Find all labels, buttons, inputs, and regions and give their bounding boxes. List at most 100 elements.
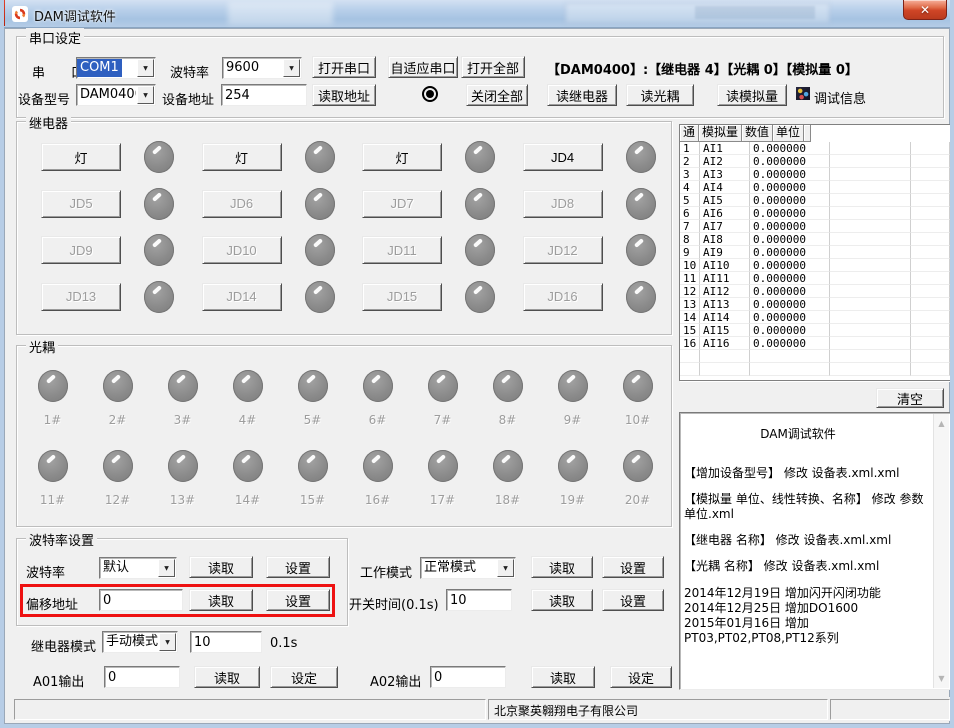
relay-button[interactable]: JD8	[523, 190, 603, 218]
read-relay-button[interactable]: 读继电器	[547, 84, 617, 106]
column-header[interactable]: 单位	[773, 125, 804, 142]
ao1-set-button[interactable]: 设定	[270, 666, 338, 688]
chevron-down-icon[interactable]: ▼	[283, 59, 300, 77]
port-select[interactable]: COM1 ▼	[76, 57, 156, 79]
scroll-up-icon[interactable]: ▲	[934, 416, 949, 431]
table-row[interactable]: 14 AI14 0.000000	[680, 311, 950, 324]
relay-button[interactable]: 灯	[202, 143, 282, 171]
opto-label: 10#	[625, 413, 650, 427]
offset-read-button[interactable]: 读取	[189, 589, 253, 611]
table-row[interactable]: 10 AI10 0.000000	[680, 259, 950, 272]
relay-button[interactable]: 灯	[362, 143, 442, 171]
open-port-button[interactable]: 打开串口	[312, 56, 376, 78]
opto-cell: 9#	[540, 362, 605, 442]
relay-button[interactable]: JD10	[202, 236, 282, 264]
ao2-field[interactable]	[430, 666, 506, 688]
analog-table[interactable]: 通模拟量数值单位 1 AI1 0.000000 2 AI2 0.000000	[679, 124, 951, 381]
relay-button[interactable]: JD14	[202, 283, 282, 311]
relay-button[interactable]: JD15	[362, 283, 442, 311]
relay-mode-time-field[interactable]	[190, 631, 262, 653]
ao1-field[interactable]	[104, 666, 180, 688]
opto-grid: 1# 2# 3# 4# 5# 6#	[20, 362, 670, 522]
column-header[interactable]: 数值	[742, 125, 773, 142]
relay-button[interactable]: JD12	[523, 236, 603, 264]
table-row[interactable]: 11 AI11 0.000000	[680, 272, 950, 285]
work-mode-set-button[interactable]: 设置	[602, 556, 664, 578]
relay-button[interactable]: JD4	[523, 143, 603, 171]
switch-time-set-button[interactable]: 设置	[602, 589, 664, 611]
offset-field[interactable]	[99, 589, 183, 611]
baud-set-button[interactable]: 设置	[266, 556, 330, 578]
relay-button[interactable]: JD16	[523, 283, 603, 311]
table-row[interactable]: 2 AI2 0.000000	[680, 155, 950, 168]
read-analog-button[interactable]: 读模拟量	[717, 84, 787, 106]
table-row[interactable]: 5 AI5 0.000000	[680, 194, 950, 207]
table-row[interactable]: 13 AI13 0.000000	[680, 298, 950, 311]
table-row[interactable]: 3 AI3 0.000000	[680, 168, 950, 181]
chevron-down-icon[interactable]: ▼	[137, 86, 154, 104]
address-field[interactable]	[221, 84, 307, 106]
chevron-down-icon[interactable]: ▼	[159, 633, 176, 651]
relay-button[interactable]: JD6	[202, 190, 282, 218]
column-header[interactable]	[804, 125, 811, 142]
table-row[interactable]: 6 AI6 0.000000	[680, 207, 950, 220]
relay-button[interactable]: 灯	[41, 143, 121, 171]
info-panel[interactable]: DAM调试软件【增加设备型号】 修改 设备表.xml.xml【模拟量 单位、线性…	[679, 412, 951, 690]
opto-cell: 2#	[85, 362, 150, 442]
table-row[interactable]: 16 AI16 0.000000	[680, 337, 950, 350]
baud-read-button[interactable]: 读取	[189, 556, 253, 578]
opto-cell: 5#	[280, 362, 345, 442]
column-header[interactable]: 模拟量	[699, 125, 742, 142]
table-row[interactable]: 12 AI12 0.000000	[680, 285, 950, 298]
auto-port-button[interactable]: 自适应串口	[388, 56, 458, 78]
chevron-down-icon[interactable]: ▼	[497, 559, 514, 577]
cell-channel: 1	[680, 142, 700, 155]
column-header[interactable]: 通	[680, 125, 699, 142]
relay-button[interactable]: JD11	[362, 236, 442, 264]
work-mode-select[interactable]: 正常模式 ▼	[420, 557, 516, 579]
table-row[interactable]: 8 AI8 0.000000	[680, 233, 950, 246]
titlebar[interactable]: DAM调试软件 ✕	[0, 0, 954, 28]
relay-mode-select[interactable]: 手动模式 ▼	[102, 631, 178, 653]
ao1-read-button[interactable]: 读取	[194, 666, 260, 688]
relay-button[interactable]: JD9	[41, 236, 121, 264]
info-line: 【继电器 名称】 修改 设备表.xml.xml	[684, 533, 930, 548]
chevron-down-icon[interactable]: ▼	[137, 59, 154, 77]
table-row[interactable]: 4 AI4 0.000000	[680, 181, 950, 194]
table-row[interactable]: 1 AI1 0.000000	[680, 142, 950, 155]
opto-label: 20#	[625, 493, 650, 507]
clear-button[interactable]: 清空	[876, 388, 944, 408]
close-button[interactable]: ✕	[903, 0, 947, 20]
offset-set-button[interactable]: 设置	[266, 589, 330, 611]
relay-button[interactable]: JD7	[362, 190, 442, 218]
opto-led-indicator	[558, 450, 588, 482]
relay-button[interactable]: JD5	[41, 190, 121, 218]
work-mode-read-button[interactable]: 读取	[531, 556, 593, 578]
cell-filler	[911, 246, 950, 259]
chevron-down-icon[interactable]: ▼	[158, 559, 175, 577]
read-opto-button[interactable]: 读光耦	[626, 84, 694, 106]
cell-filler	[911, 168, 950, 181]
scroll-down-icon[interactable]: ▼	[934, 671, 949, 686]
table-row[interactable]: 9 AI9 0.000000	[680, 246, 950, 259]
info-scrollbar[interactable]: ▲ ▼	[933, 414, 949, 688]
app-window: DAM调试软件 ✕ 串口设定 串 口 COM1 ▼ 波特率 9600 ▼ 打开串…	[0, 0, 954, 728]
read-address-button[interactable]: 读取地址	[312, 84, 376, 106]
switch-time-field[interactable]	[446, 589, 512, 611]
ao2-read-button[interactable]: 读取	[531, 666, 595, 688]
baud-value: 9600	[223, 59, 282, 77]
opto-led-indicator	[233, 370, 263, 402]
baud-select[interactable]: 9600 ▼	[222, 57, 302, 79]
table-row[interactable]: 15 AI15 0.000000	[680, 324, 950, 337]
model-select[interactable]: DAM0400 ▼	[76, 84, 156, 106]
switch-time-read-button[interactable]: 读取	[531, 589, 593, 611]
relay-button[interactable]: JD13	[41, 283, 121, 311]
relay-cell: JD6	[189, 181, 350, 228]
cell-unit	[830, 220, 911, 233]
cell-channel: 15	[680, 324, 700, 337]
open-all-button[interactable]: 打开全部	[461, 56, 525, 78]
table-row[interactable]: 7 AI7 0.000000	[680, 220, 950, 233]
baud-setting-select[interactable]: 默认 ▼	[99, 557, 177, 579]
close-all-button[interactable]: 关闭全部	[466, 84, 528, 106]
ao2-set-button[interactable]: 设定	[610, 666, 672, 688]
